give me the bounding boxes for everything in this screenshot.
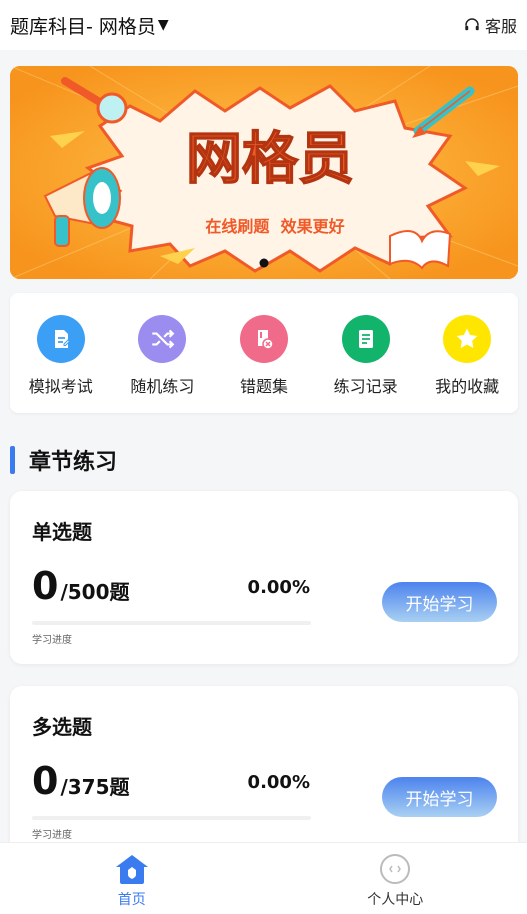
record-icon [341, 315, 390, 363]
banner-illustration: 网格员 在线刷题 效果更好 [10, 66, 518, 279]
banner-subtitle: 在线刷题 效果更好 [205, 217, 344, 236]
carousel-dot[interactable] [259, 258, 269, 268]
start-learning-button[interactable]: 开始学习 [382, 582, 497, 622]
shuffle-icon [138, 315, 187, 363]
promo-banner[interactable]: 网格员 在线刷题 效果更好 [10, 66, 518, 279]
wrong-book-icon [239, 315, 288, 363]
caret-down-icon: ▼ [157, 17, 169, 33]
progress-percent: 0.00% [247, 577, 310, 598]
quick-favorites[interactable]: 我的收藏 [417, 315, 517, 397]
start-learning-button[interactable]: 开始学习 [382, 777, 497, 817]
quick-label: 模拟考试 [28, 377, 93, 396]
customer-service-button[interactable]: 客服 [463, 13, 517, 37]
quick-label: 练习记录 [333, 377, 398, 396]
card-title: 多选题 [32, 715, 92, 739]
top-header: 题库科目- 网格员 ▼ 客服 [0, 0, 527, 50]
practice-card-single: 单选题 0 /500题 0.00% 学习进度 开始学习 [10, 491, 518, 664]
progress-label: 学习进度 [32, 830, 72, 841]
question-count: 0 /500题 [32, 564, 130, 608]
quick-label: 随机练习 [130, 377, 195, 396]
star-icon [443, 315, 492, 363]
quick-label: 我的收藏 [435, 377, 500, 396]
tab-home-label: 首页 [117, 892, 146, 908]
quick-random-practice[interactable]: 随机练习 [112, 315, 212, 397]
headset-icon [465, 18, 479, 31]
total-count: /375题 [60, 775, 130, 799]
practice-card-multiple: 多选题 0 /375题 0.00% 学习进度 开始学习 [10, 686, 518, 866]
home-icon [115, 855, 148, 884]
tab-profile-label: 个人中心 [367, 892, 424, 908]
quick-mock-exam[interactable]: 模拟考试 [11, 315, 111, 397]
exam-doc-icon [36, 315, 85, 363]
done-count: 0 [32, 564, 59, 608]
quick-practice-record[interactable]: 练习记录 [316, 315, 416, 397]
quick-wrong-set[interactable]: 错题集 [214, 315, 314, 397]
quick-actions: 模拟考试 随机练习 错题集 练习记录 我的收藏 [10, 293, 518, 413]
service-label: 客服 [484, 17, 517, 36]
progress-bar [32, 816, 311, 820]
progress-bar [32, 621, 311, 625]
card-title: 单选题 [32, 520, 92, 544]
section-title: 章节练习 [10, 445, 117, 475]
question-count: 0 /375题 [32, 759, 130, 803]
bottom-tabbar: 首页 个人中心 [0, 842, 527, 914]
progress-percent: 0.00% [247, 772, 310, 793]
section-title-text: 章节练习 [29, 450, 118, 475]
done-count: 0 [32, 759, 59, 803]
quick-label: 错题集 [239, 377, 288, 396]
tab-home[interactable]: 首页 [0, 843, 264, 914]
progress-label: 学习进度 [32, 635, 72, 646]
tab-profile[interactable]: 个人中心 [264, 843, 527, 914]
section-accent-bar [10, 446, 15, 474]
subject-selector[interactable]: 题库科目- 网格员 ▼ [10, 12, 169, 39]
profile-icon [380, 854, 411, 884]
banner-title: 网格员 [186, 127, 354, 192]
subject-label: 题库科目- 网格员 [10, 15, 156, 38]
total-count: /500题 [60, 580, 130, 604]
